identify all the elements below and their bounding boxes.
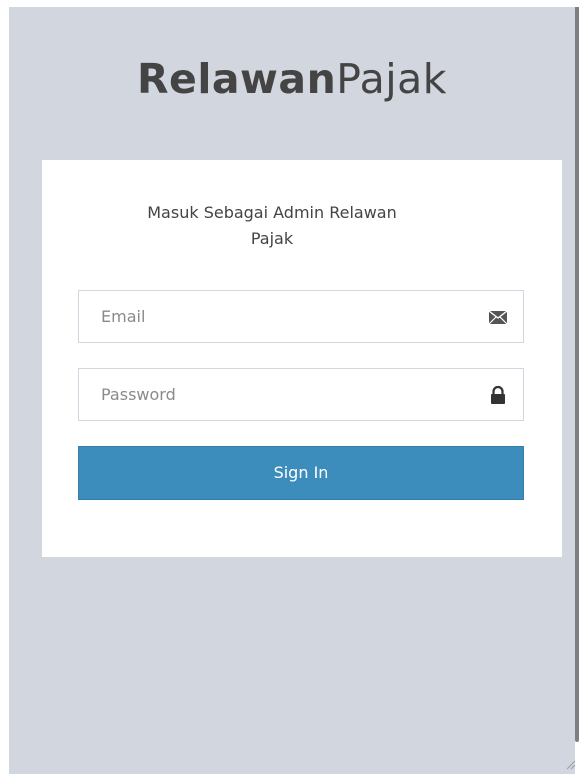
email-field[interactable] bbox=[78, 290, 524, 343]
email-input[interactable] bbox=[79, 291, 459, 342]
login-box: Masuk Sebagai Admin Relawan Pajak Sign I… bbox=[42, 160, 562, 557]
sign-in-button[interactable]: Sign In bbox=[78, 446, 524, 500]
logo-bold-text: Relawan bbox=[136, 55, 337, 103]
login-message: Masuk Sebagai Admin Relawan Pajak bbox=[147, 203, 397, 248]
resize-grip-icon[interactable] bbox=[566, 760, 576, 770]
lock-icon bbox=[491, 385, 505, 404]
app-logo[interactable]: RelawanPajak bbox=[9, 52, 575, 106]
password-input[interactable] bbox=[79, 369, 459, 420]
logo-light-text: Pajak bbox=[336, 55, 448, 103]
password-field[interactable] bbox=[78, 368, 524, 421]
scrollbar[interactable] bbox=[575, 7, 579, 742]
envelope-icon bbox=[488, 310, 508, 325]
